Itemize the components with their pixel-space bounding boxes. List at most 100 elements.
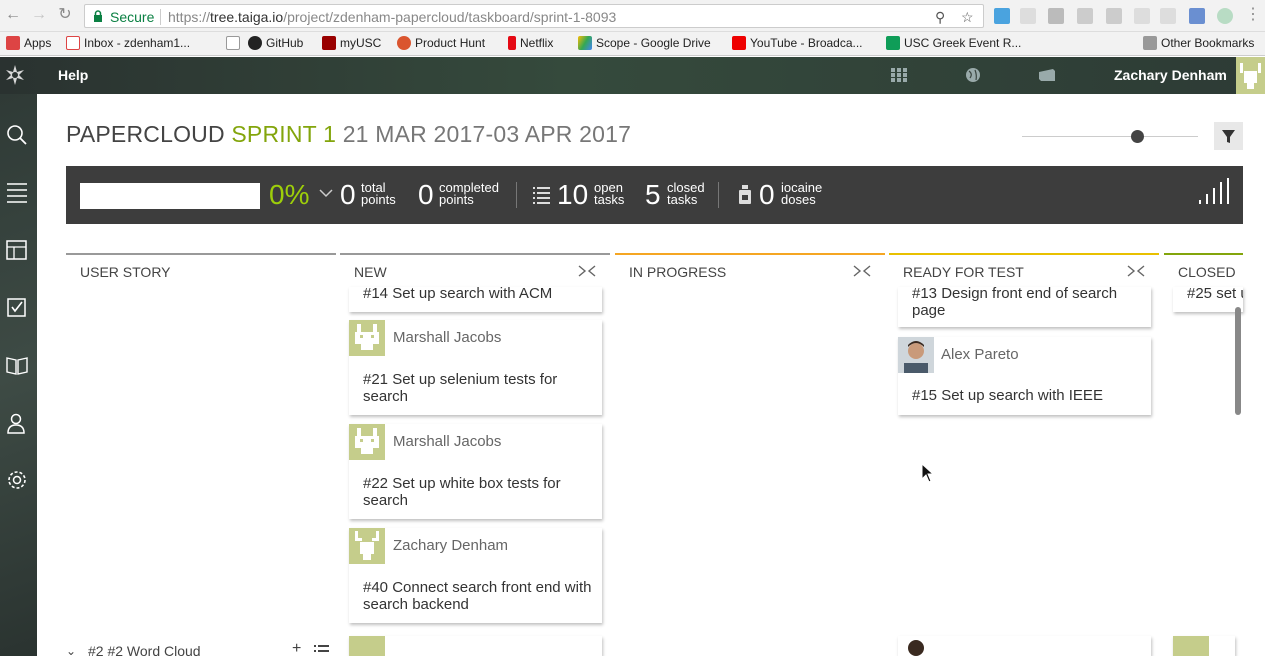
forward-icon[interactable]: → [30, 6, 48, 24]
help-link[interactable]: Help [58, 67, 88, 83]
open-tasks-label: open tasks [594, 181, 625, 207]
notifications-icon[interactable] [1038, 67, 1056, 83]
completed-points-label: completed points [439, 181, 499, 206]
column-title: IN PROGRESS [629, 264, 727, 280]
wiki-book-icon[interactable] [5, 353, 29, 377]
progress-bar [80, 183, 260, 209]
closed-label-2: tasks [667, 192, 698, 207]
bulk-add-list-icon[interactable] [314, 644, 329, 656]
total-points-label-2: points [361, 192, 396, 207]
search-icon[interactable] [5, 123, 29, 147]
extension-tool-icon[interactable] [1048, 8, 1064, 24]
summary-divider [516, 182, 517, 208]
kanban-board-icon[interactable] [5, 238, 29, 262]
bookmark-github[interactable]: GitHub [248, 36, 303, 50]
bookmark-apps[interactable]: Apps [6, 36, 51, 50]
fold-column-icon[interactable] [853, 265, 871, 277]
browser-toolbar: ← → ↻ Secure https://tree.taiga.io/proje… [0, 0, 1265, 32]
task-card[interactable] [898, 636, 1151, 656]
task-card[interactable]: #13 Design front end of search page [898, 285, 1151, 327]
task-card[interactable] [349, 636, 602, 656]
discover-globe-icon[interactable] [964, 67, 982, 83]
bookmark-netflix[interactable]: Netflix [508, 36, 553, 50]
apps-grid-icon [6, 36, 20, 50]
chevron-down-icon[interactable] [319, 188, 333, 198]
column-scrollbar[interactable] [1235, 307, 1241, 415]
back-icon[interactable]: ← [4, 6, 22, 24]
task-card[interactable]: Marshall Jacobs #22 Set up white box tes… [349, 424, 602, 519]
chevron-down-icon[interactable]: ⌄ [66, 644, 76, 656]
bookmark-youtube[interactable]: YouTube - Broadca... [732, 36, 863, 50]
task-title[interactable]: #14 Set up search with ACM [363, 285, 593, 302]
avatar [349, 424, 385, 460]
open-label-2: tasks [594, 192, 625, 207]
extension-star-icon[interactable] [1189, 8, 1205, 24]
bookmark-myusc[interactable]: myUSC [322, 36, 381, 50]
task-card[interactable]: #25 set u [1173, 287, 1243, 312]
usc-icon [322, 36, 336, 50]
avatar-wolf-icon [355, 324, 379, 350]
team-people-icon[interactable] [5, 411, 29, 435]
task-title[interactable]: #40 Connect search front end with search… [363, 579, 593, 613]
task-title[interactable]: #21 Set up selenium tests for search [363, 371, 593, 405]
user-story-row[interactable]: ⌄ #2 #2 Word Cloud + [66, 642, 336, 656]
bookmark-usc-greek[interactable]: USC Greek Event R... [886, 36, 1021, 50]
avatar-photo-icon [898, 337, 934, 373]
task-card[interactable]: Zachary Denham #40 Connect search front … [349, 528, 602, 623]
bookmark-label: YouTube - Broadca... [750, 36, 863, 50]
avatar-photo-icon [908, 640, 924, 656]
avatar [349, 320, 385, 356]
zoom-slider-handle[interactable] [1131, 130, 1144, 143]
bookmark-blank[interactable] [226, 36, 240, 50]
bookmark-other[interactable]: Other Bookmarks [1143, 36, 1254, 50]
bookmark-inbox[interactable]: Inbox - zdenham1... [66, 36, 190, 50]
extension-w-icon[interactable] [1134, 8, 1150, 24]
task-card[interactable]: Marshall Jacobs #21 Set up selenium test… [349, 320, 602, 415]
task-card[interactable] [1173, 636, 1235, 656]
fold-column-icon[interactable] [578, 265, 596, 277]
fold-column-icon[interactable] [1127, 265, 1145, 277]
zoom-search-icon[interactable]: ⚲ [935, 9, 945, 26]
user-avatar[interactable] [1236, 57, 1265, 94]
extension-k-circle-icon[interactable] [1217, 8, 1233, 24]
task-title[interactable]: #25 set u [1187, 287, 1243, 302]
column-title: USER STORY [80, 264, 171, 280]
avatar-deer-icon [1240, 63, 1261, 89]
task-card[interactable]: #14 Set up search with ACM [349, 285, 602, 312]
issues-checkbox-icon[interactable] [5, 295, 29, 319]
bookmark-star-icon[interactable]: ☆ [961, 9, 974, 26]
column-user-story: USER STORY [66, 253, 336, 287]
bookmark-label: GitHub [266, 36, 304, 50]
folder-icon [1143, 36, 1157, 50]
burndown-graph-icon[interactable] [1199, 178, 1229, 204]
app-topbar: Help Zachary Denham [0, 57, 1265, 94]
task-card[interactable]: Alex Pareto #15 Set up search with IEEE [898, 337, 1151, 415]
extension-t-icon[interactable] [994, 8, 1010, 24]
user-name[interactable]: Zachary Denham [1114, 67, 1227, 83]
extension-sync-icon[interactable] [1077, 8, 1093, 24]
settings-gear-icon[interactable] [5, 468, 29, 492]
extension-doc-icon[interactable] [1020, 8, 1036, 24]
total-points-value: 0 [340, 179, 356, 210]
url-text[interactable]: https://tree.taiga.io/project/zdenham-pa… [168, 9, 616, 25]
filter-button[interactable] [1214, 122, 1243, 150]
projects-grid-icon[interactable] [890, 67, 908, 83]
iocaine-value: 0 [759, 179, 775, 210]
task-title[interactable]: #22 Set up white box tests for search [363, 475, 593, 509]
bookmark-scope-drive[interactable]: Scope - Google Drive [578, 36, 711, 50]
bookmark-product-hunt[interactable]: Product Hunt [397, 36, 485, 50]
filter-funnel-icon [1222, 130, 1235, 143]
task-title[interactable]: #15 Set up search with IEEE [912, 387, 1142, 404]
task-title[interactable]: #13 Design front end of search page [912, 285, 1142, 319]
menu-kebab-icon[interactable]: ⋮ [1244, 6, 1262, 24]
taiga-logo-icon[interactable] [4, 64, 26, 86]
zoom-slider-track[interactable] [1022, 136, 1198, 137]
user-story-title[interactable]: #2 #2 Word Cloud [88, 643, 201, 656]
backlog-list-icon[interactable] [5, 180, 29, 204]
reload-icon[interactable]: ↻ [56, 6, 74, 24]
address-bar[interactable]: Secure https://tree.taiga.io/project/zde… [84, 4, 984, 28]
add-task-icon[interactable]: + [292, 642, 301, 656]
extension-k-icon[interactable] [1106, 8, 1122, 24]
extension-wifi-icon[interactable] [1160, 8, 1176, 24]
sprint-name: SPRINT 1 [231, 121, 337, 147]
